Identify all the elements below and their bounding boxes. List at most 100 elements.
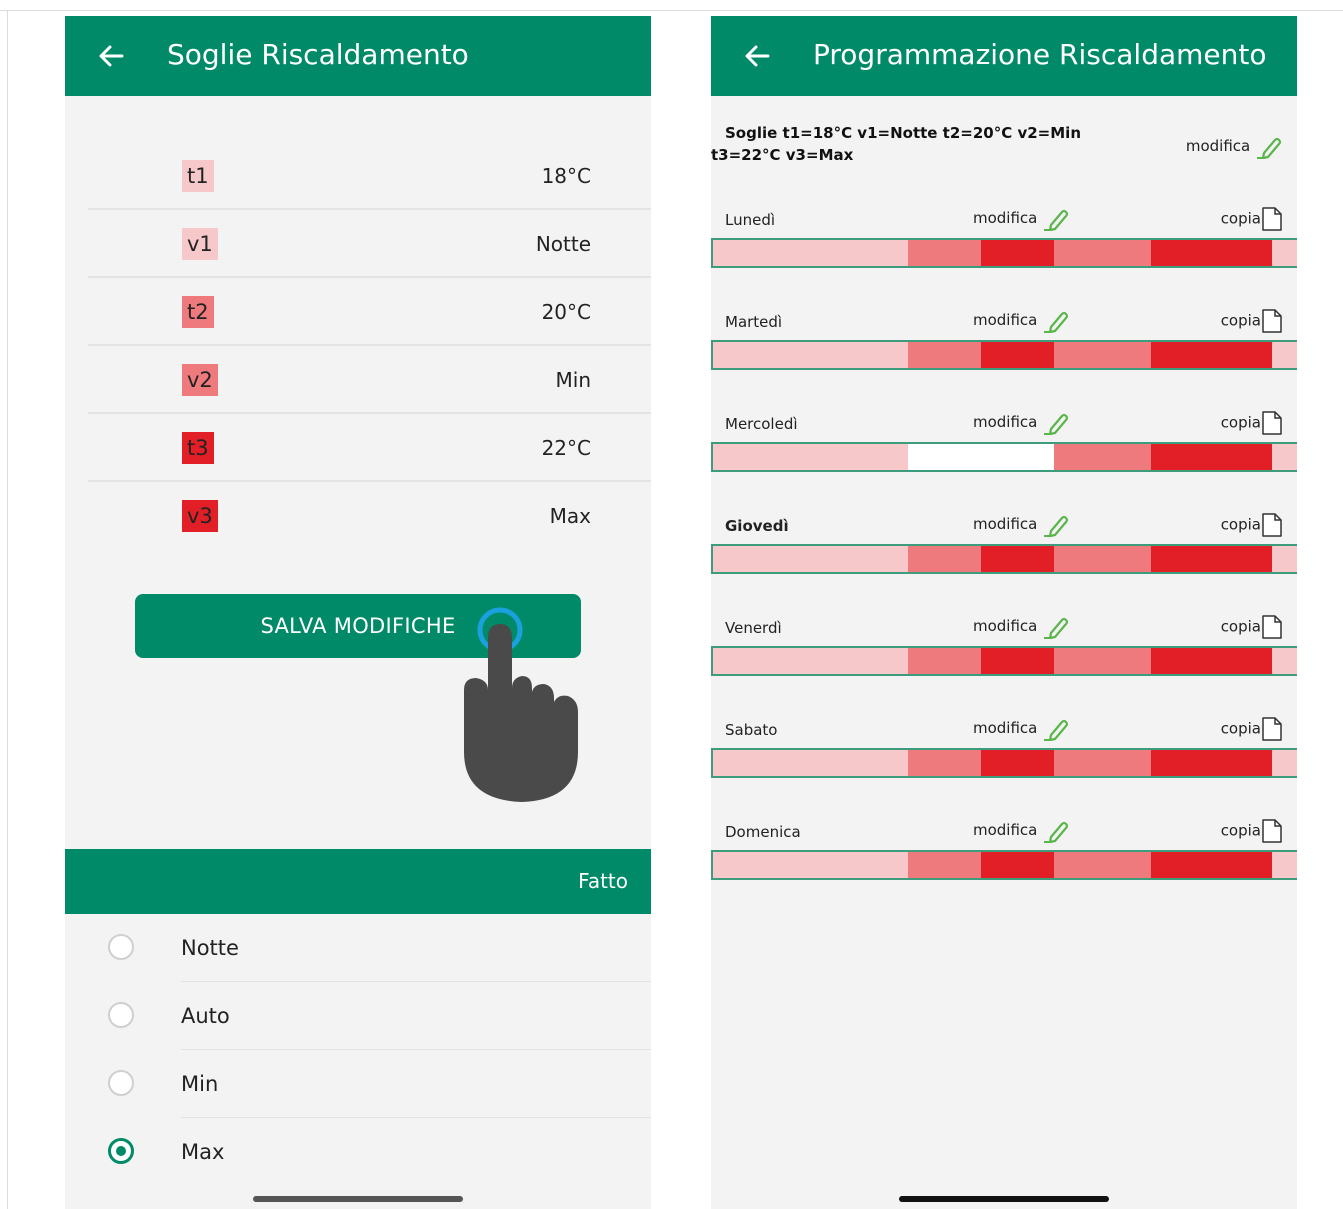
arrow-left-icon <box>99 45 124 67</box>
frame-border-left <box>7 10 8 1209</box>
back-button[interactable] <box>737 36 777 76</box>
threshold-value: 22°C <box>541 436 591 460</box>
copy-icon <box>1262 615 1282 639</box>
back-button[interactable] <box>91 36 131 76</box>
schedule-segment <box>981 546 1054 572</box>
threshold-row-t1[interactable]: t1 18°C <box>88 140 651 210</box>
thresholds-summary-line1: Soglie t1=18°C v1=Notte t2=20°C v2=Min <box>725 124 1081 142</box>
copy-icon <box>1262 717 1282 741</box>
page-title: Programmazione Riscaldamento <box>813 38 1267 71</box>
picker-option-label: Notte <box>181 936 239 960</box>
threshold-row-t2[interactable]: t2 20°C <box>88 276 651 346</box>
picker-option-auto[interactable]: Auto <box>65 982 651 1050</box>
pencil-icon <box>1044 719 1069 741</box>
edit-day-button[interactable]: modifica <box>973 614 1070 639</box>
schedule-segment <box>1150 750 1273 776</box>
app-bar: Programmazione Riscaldamento <box>711 16 1297 96</box>
schedule-segment <box>981 750 1054 776</box>
schedule-segment <box>1272 240 1297 266</box>
edit-day-button[interactable]: modifica <box>973 410 1070 435</box>
schedule-segment <box>713 852 909 878</box>
day-name: Venerdì <box>725 619 782 637</box>
copy-icon <box>1262 513 1282 537</box>
schedule-segment <box>1053 240 1151 266</box>
schedule-segment <box>1053 342 1151 368</box>
copy-label: copia <box>1220 719 1261 738</box>
threshold-value: 20°C <box>541 300 591 324</box>
picker-option-label: Min <box>181 1072 219 1096</box>
home-indicator[interactable] <box>899 1196 1109 1202</box>
picker-option-label: Max <box>181 1140 225 1164</box>
edit-thresholds-link[interactable]: modifica <box>1186 134 1283 159</box>
home-indicator[interactable] <box>253 1196 463 1202</box>
pencil-icon <box>1044 311 1069 333</box>
radio-button[interactable] <box>108 934 134 960</box>
copy-day-button[interactable]: copia <box>1221 512 1283 538</box>
day-schedule-bar[interactable] <box>711 646 1297 676</box>
edit-day-button[interactable]: modifica <box>973 512 1070 537</box>
frame-border-top <box>0 10 1343 11</box>
done-button[interactable]: Fatto <box>578 849 628 914</box>
edit-label: modifica <box>973 413 1038 431</box>
arrow-left-icon <box>745 45 770 67</box>
app-bar: Soglie Riscaldamento <box>65 16 651 96</box>
schedule-segment <box>1053 648 1151 674</box>
picker-option-max[interactable]: Max <box>65 1118 651 1186</box>
schedule-segment <box>1053 444 1151 470</box>
copy-icon <box>1262 411 1282 435</box>
copy-day-button[interactable]: copia <box>1221 614 1283 640</box>
threshold-row-v2[interactable]: v2 Min <box>88 344 651 414</box>
copy-day-button[interactable]: copia <box>1221 206 1283 232</box>
day-name: Sabato <box>725 721 778 739</box>
copy-day-button[interactable]: copia <box>1221 716 1283 742</box>
day-schedule-bar[interactable] <box>711 850 1297 880</box>
day-row-6: Domenica modifica copia <box>711 804 1297 906</box>
day-name: Domenica <box>725 823 801 841</box>
copy-day-button[interactable]: copia <box>1221 308 1283 334</box>
radio-button[interactable] <box>108 1070 134 1096</box>
edit-day-button[interactable]: modifica <box>973 308 1070 333</box>
copy-label: copia <box>1220 617 1261 636</box>
pencil-icon <box>1044 413 1069 435</box>
schedule-segment <box>908 240 982 266</box>
day-name: Lunedì <box>725 211 776 229</box>
threshold-row-t3[interactable]: t3 22°C <box>88 412 651 482</box>
copy-day-button[interactable]: copia <box>1221 818 1283 844</box>
day-schedule-bar[interactable] <box>711 748 1297 778</box>
pencil-icon <box>1044 515 1069 537</box>
copy-day-button[interactable]: copia <box>1221 410 1283 436</box>
schedule-segment <box>908 648 982 674</box>
day-schedule-bar[interactable] <box>711 442 1297 472</box>
schedule-segment <box>1150 546 1273 572</box>
picker-option-label: Auto <box>181 1004 230 1028</box>
schedule-segment <box>1272 342 1297 368</box>
schedule-segment <box>908 342 982 368</box>
edit-label: modifica <box>973 515 1038 533</box>
schedule-segment <box>713 444 909 470</box>
edit-day-button[interactable]: modifica <box>973 716 1070 741</box>
day-row-3: Giovedì modifica copia <box>711 498 1297 600</box>
schedule-screen: Programmazione Riscaldamento Soglie t1=1… <box>711 16 1297 1209</box>
edit-label: modifica <box>973 311 1038 329</box>
copy-label: copia <box>1220 209 1261 228</box>
radio-button[interactable] <box>108 1002 134 1028</box>
picker-option-min[interactable]: Min <box>65 1050 651 1118</box>
threshold-value: Min <box>555 368 592 392</box>
day-schedule-bar[interactable] <box>711 544 1297 574</box>
schedule-segment <box>981 240 1054 266</box>
day-schedule-bar[interactable] <box>711 340 1297 370</box>
picker-toolbar: Fatto <box>65 849 651 914</box>
edit-day-button[interactable]: modifica <box>973 206 1070 231</box>
threshold-tag: t2 <box>182 296 214 328</box>
threshold-row-v1[interactable]: v1 Notte <box>88 208 651 278</box>
day-row-4: Venerdì modifica copia <box>711 600 1297 702</box>
threshold-row-v3[interactable]: v3 Max <box>88 480 651 548</box>
day-schedule-bar[interactable] <box>711 238 1297 268</box>
schedule-segment <box>908 852 982 878</box>
picker-option-notte[interactable]: Notte <box>65 914 651 982</box>
edit-day-button[interactable]: modifica <box>973 818 1070 843</box>
copy-icon <box>1262 309 1282 333</box>
radio-button[interactable] <box>108 1138 134 1164</box>
copy-label: copia <box>1220 821 1261 840</box>
day-row-1: Martedì modifica copia <box>711 294 1297 396</box>
